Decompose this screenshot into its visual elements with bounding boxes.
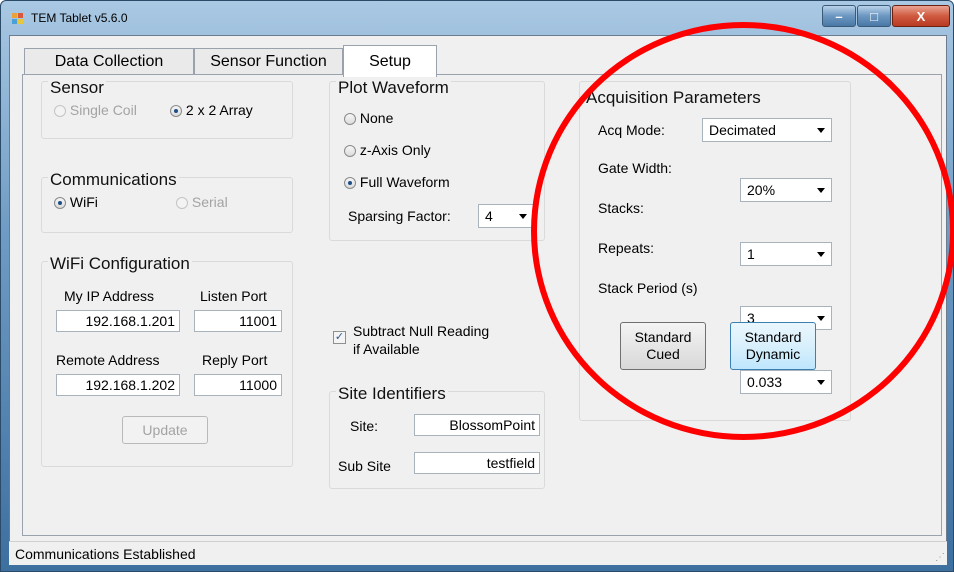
resize-grip-icon[interactable]: ⋰	[935, 553, 945, 563]
acq-mode-select[interactable]: Decimated	[702, 118, 832, 142]
tab-data-collection[interactable]: Data Collection	[24, 48, 194, 74]
remote-address-label: Remote Address	[56, 352, 160, 368]
status-text: Communications Established	[15, 546, 196, 562]
window-title: TEM Tablet v5.6.0	[31, 11, 128, 25]
chevron-down-icon	[817, 188, 825, 193]
title-bar[interactable]: TEM Tablet v5.6.0 – □ X	[1, 1, 954, 35]
radio-label: Serial	[191, 194, 228, 210]
stacks-select[interactable]: 1	[740, 242, 832, 266]
plot-waveform-title: Plot Waveform	[336, 78, 451, 98]
site-field[interactable]: BlossomPoint	[414, 414, 540, 436]
wifi-config-group: WiFi Configuration My IP Address Listen …	[41, 254, 293, 467]
sub-site-field[interactable]: testfield	[414, 452, 540, 474]
site-identifiers-group: Site Identifiers Site: BlossomPoint Sub …	[329, 384, 545, 489]
reply-port-field[interactable]: 11000	[194, 374, 282, 396]
stacks-label: Stacks:	[598, 200, 644, 216]
app-window: TEM Tablet v5.6.0 – □ X Data Collection …	[0, 0, 954, 572]
chevron-down-icon	[817, 252, 825, 257]
my-ip-field[interactable]: 192.168.1.201	[56, 310, 180, 332]
stack-period-value: 0.033	[747, 374, 783, 390]
subtract-null-label-line1: Subtract Null Reading	[353, 323, 490, 339]
minimize-button[interactable]: –	[822, 5, 856, 27]
radio-indicator	[54, 105, 66, 118]
close-icon: X	[916, 8, 926, 24]
button-line: Cued	[646, 346, 680, 362]
setup-tab-panel: Sensor Single Coil 2 x 2 Array Communica…	[22, 74, 942, 536]
checkbox-indicator: ✓	[333, 331, 346, 344]
radio-label: WiFi	[69, 194, 98, 210]
radio-indicator	[170, 105, 182, 118]
button-line: Standard	[744, 329, 802, 345]
stacks-value: 1	[747, 246, 755, 262]
tab-sensor-function[interactable]: Sensor Function	[194, 48, 343, 74]
wifi-config-title: WiFi Configuration	[48, 254, 192, 274]
site-identifiers-title: Site Identifiers	[336, 384, 448, 404]
standard-cued-button[interactable]: Standard Cued	[620, 322, 706, 370]
chevron-down-icon	[817, 380, 825, 385]
radio-label: 2 x 2 Array	[185, 102, 253, 118]
radio-z-axis-only[interactable]: z-Axis Only	[344, 142, 431, 158]
listen-port-field[interactable]: 11001	[194, 310, 282, 332]
maximize-icon: □	[870, 8, 878, 24]
radio-none[interactable]: None	[344, 110, 393, 126]
reply-port-label: Reply Port	[202, 352, 268, 368]
radio-label: Full Waveform	[359, 174, 450, 190]
radio-serial[interactable]: Serial	[176, 194, 228, 210]
acquisition-parameters-group: Acquisition Parameters Acq Mode: Decimat…	[579, 81, 851, 421]
chevron-down-icon	[817, 128, 825, 133]
client-area: Data Collection Sensor Function Setup Se…	[9, 35, 947, 565]
acquisition-parameters-title: Acquisition Parameters	[586, 88, 761, 107]
sensor-group-title: Sensor	[48, 78, 106, 98]
subtract-null-checkbox[interactable]: ✓ Subtract Null Reading if Available	[333, 323, 533, 363]
standard-dynamic-button[interactable]: Standard Dynamic	[730, 322, 816, 370]
status-bar: Communications Established ⋰	[9, 541, 947, 565]
site-label: Site:	[350, 418, 379, 434]
tab-setup[interactable]: Setup	[343, 45, 437, 77]
radio-indicator	[344, 177, 356, 190]
my-ip-label: My IP Address	[64, 288, 155, 304]
gate-width-value: 20%	[747, 182, 776, 198]
sparsing-factor-label: Sparsing Factor:	[348, 208, 451, 224]
radio-wifi[interactable]: WiFi	[54, 194, 98, 210]
gate-width-select[interactable]: 20%	[740, 178, 832, 202]
gate-width-label: Gate Width:	[598, 160, 672, 176]
remote-address-field[interactable]: 192.168.1.202	[56, 374, 180, 396]
radio-indicator	[54, 197, 66, 210]
button-line: Standard	[634, 329, 692, 345]
acq-mode-label: Acq Mode:	[598, 122, 665, 138]
sparsing-factor-value: 4	[485, 208, 493, 224]
radio-single-coil[interactable]: Single Coil	[54, 102, 137, 118]
listen-port-label: Listen Port	[200, 288, 267, 304]
chevron-down-icon	[817, 316, 825, 321]
radio-2x2-array[interactable]: 2 x 2 Array	[170, 102, 253, 118]
repeats-label: Repeats:	[598, 240, 655, 256]
radio-full-waveform[interactable]: Full Waveform	[344, 174, 450, 190]
sensor-group: Sensor Single Coil 2 x 2 Array	[41, 78, 293, 139]
stack-period-select[interactable]: 0.033	[740, 370, 832, 394]
chevron-down-icon	[519, 214, 527, 219]
plot-waveform-group: Plot Waveform None z-Axis Only Full Wave…	[329, 78, 545, 241]
subtract-null-label-line2: if Available	[353, 341, 420, 357]
communications-group-title: Communications	[48, 170, 179, 190]
radio-indicator	[344, 113, 356, 126]
acq-mode-value: Decimated	[709, 122, 776, 138]
maximize-button[interactable]: □	[857, 5, 891, 27]
radio-indicator	[176, 197, 188, 210]
sub-site-label: Sub Site	[338, 458, 391, 474]
app-icon	[12, 13, 23, 24]
stack-period-label: Stack Period (s)	[598, 280, 698, 296]
radio-label: z-Axis Only	[359, 142, 431, 158]
update-button[interactable]: Update	[122, 416, 208, 444]
radio-label: Single Coil	[69, 102, 137, 118]
communications-group: Communications WiFi Serial	[41, 170, 293, 233]
sparsing-factor-select[interactable]: 4	[478, 204, 534, 228]
minimize-icon: –	[835, 8, 843, 24]
radio-label: None	[359, 110, 394, 126]
close-button[interactable]: X	[892, 5, 950, 27]
button-line: Dynamic	[745, 346, 801, 362]
radio-indicator	[344, 145, 356, 158]
